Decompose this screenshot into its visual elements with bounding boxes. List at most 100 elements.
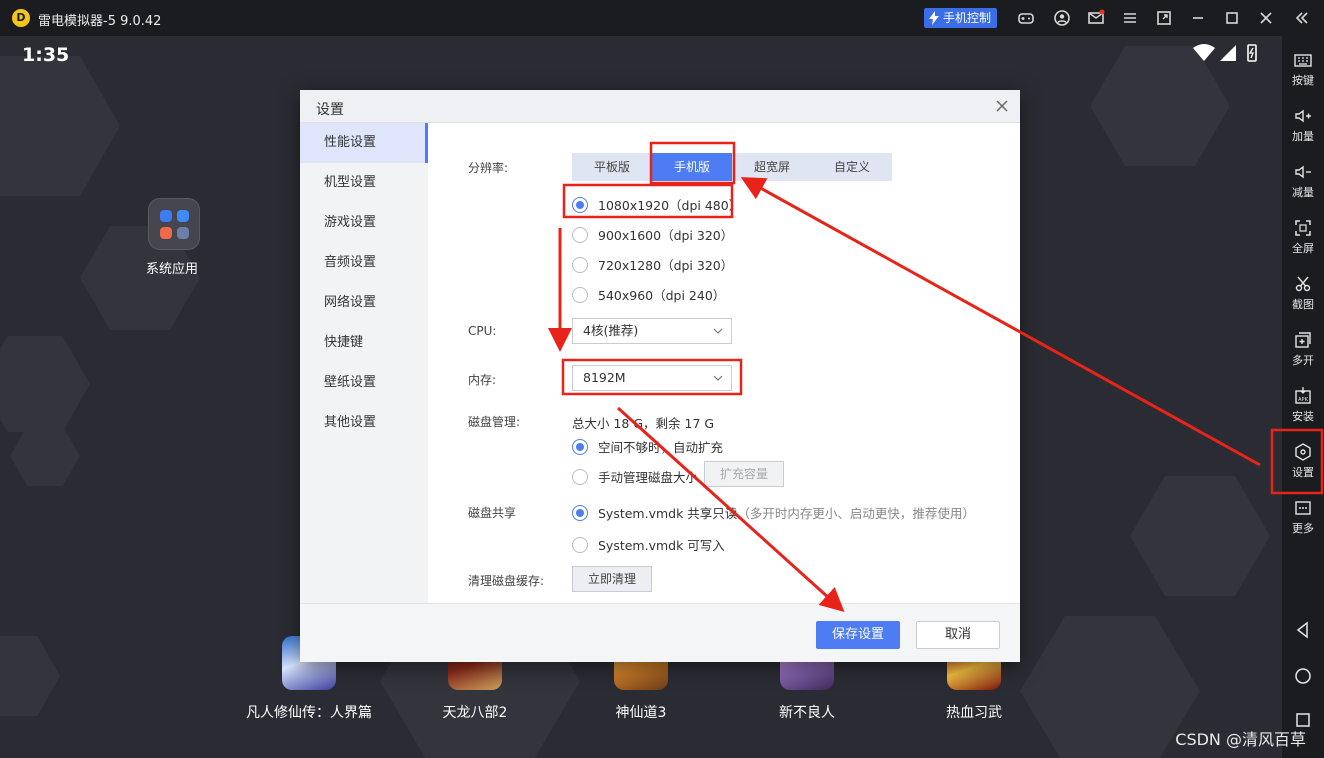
dialog-close-icon[interactable]	[994, 98, 1010, 114]
sidebar-item-multi-instance[interactable]: 多开	[1282, 330, 1324, 368]
disk-share-option-readonly[interactable]: System.vmdk 共享只读 （多开时内存更小、启动更快，推荐使用）	[572, 503, 975, 522]
disk-share-option-label: System.vmdk 共享只读	[598, 506, 738, 521]
disk-option-label: 手动管理磁盘大小	[598, 470, 699, 485]
memory-select-value: 8192M	[583, 370, 626, 385]
chevron-down-icon	[713, 328, 723, 334]
minimize-icon[interactable]	[1188, 8, 1208, 28]
settings-hex-icon	[1295, 443, 1311, 461]
nav-item-audio[interactable]: 音频设置	[300, 243, 428, 283]
lightning-icon	[929, 11, 939, 25]
multi-instance-icon	[1295, 332, 1311, 348]
expand-capacity-button[interactable]: 扩充容量	[704, 461, 784, 487]
signal-icon	[1220, 45, 1236, 61]
clear-now-button[interactable]: 立即清理	[572, 566, 652, 592]
settings-dialog: 设置 性能设置 机型设置 游戏设置 音频设置 网络设置 快捷键 壁纸设置 其他设…	[300, 90, 1020, 662]
radio	[572, 226, 588, 243]
resolution-tabs: 平板版 手机版 超宽屏 自定义	[572, 153, 892, 181]
back-button[interactable]	[1293, 620, 1313, 640]
disk-label: 磁盘管理:	[468, 415, 521, 429]
tab-custom[interactable]: 自定义	[812, 153, 892, 181]
disk-share-option-label: System.vmdk 可写入	[598, 538, 725, 553]
background-hexagon	[0, 56, 120, 196]
close-icon[interactable]	[1256, 8, 1276, 28]
radio	[572, 468, 588, 485]
app-logo-icon: D	[12, 9, 30, 27]
disk-option-auto[interactable]: 空间不够时，自动扩充	[572, 437, 723, 456]
dialog-footer: 保存设置 取消	[300, 603, 1020, 662]
game-label: 热血习武	[946, 705, 1002, 721]
resolution-option-label: 1080x1920（dpi 480）	[598, 198, 742, 213]
sidebar-item-settings[interactable]: 设置	[1282, 442, 1324, 480]
title-bar: D 雷电模拟器-5 9.0.42 手机控制	[0, 0, 1324, 36]
sidebar-item-volume-up[interactable]: 加量	[1282, 106, 1324, 144]
watermark: CSDN @清风百草	[1175, 730, 1306, 749]
sidebar-item-more[interactable]: 更多	[1282, 498, 1324, 536]
disk-share-option-writable[interactable]: System.vmdk 可写入	[572, 535, 725, 554]
disk-option-label: 空间不够时，自动扩充	[598, 440, 724, 455]
resolution-option-label: 900x1600（dpi 320）	[598, 228, 734, 243]
disk-share-option-note: （多开时内存更小、启动更快，推荐使用）	[737, 506, 975, 521]
sidebar-item-fullscreen[interactable]: 全屏	[1282, 218, 1324, 256]
phone-control-button[interactable]: 手机控制	[924, 8, 998, 28]
system-apps-folder[interactable]: 系统应用	[146, 198, 202, 277]
memory-label: 内存:	[468, 373, 497, 387]
resolution-option[interactable]: 900x1600（dpi 320）	[572, 225, 733, 244]
sidebar-item-keymap[interactable]: 按键	[1282, 50, 1324, 88]
user-account-icon[interactable]	[1052, 8, 1072, 28]
nav-item-other[interactable]: 其他设置	[300, 403, 428, 443]
home-button[interactable]	[1293, 666, 1313, 686]
game-label: 凡人修仙传：人界篇	[246, 705, 372, 721]
wifi-icon	[1193, 44, 1215, 61]
window-title: 雷电模拟器-5 9.0.42	[38, 14, 162, 29]
tab-tablet[interactable]: 平板版	[572, 153, 652, 181]
cancel-button[interactable]: 取消	[916, 621, 1000, 649]
volume-up-icon	[1295, 109, 1311, 123]
cpu-label: CPU:	[468, 324, 497, 338]
save-settings-button[interactable]: 保存设置	[816, 621, 900, 649]
dialog-header: 设置	[300, 90, 1020, 123]
tab-phone[interactable]: 手机版	[652, 153, 732, 181]
resolution-option[interactable]: 1080x1920（dpi 480）	[572, 195, 741, 214]
menu-icon[interactable]	[1120, 8, 1140, 28]
sidebar-item-volume-down[interactable]: 减量	[1282, 162, 1324, 200]
dialog-title: 设置	[316, 102, 344, 118]
disk-option-manual[interactable]: 手动管理磁盘大小	[572, 467, 698, 486]
game-label: 新不良人	[779, 705, 835, 721]
cpu-select[interactable]: 4核(推荐)	[572, 318, 732, 344]
system-apps-folder-icon	[148, 198, 200, 250]
phone-control-label: 手机控制	[943, 11, 992, 25]
cpu-select-value: 4核(推荐)	[583, 323, 639, 338]
nav-item-wallpaper[interactable]: 壁纸设置	[300, 363, 428, 403]
sidebar-item-install-apk[interactable]: APK 安装	[1282, 386, 1324, 424]
radio-selected	[572, 504, 588, 521]
maximize-icon[interactable]	[1222, 8, 1242, 28]
nav-item-network[interactable]: 网络设置	[300, 283, 428, 323]
popout-icon[interactable]	[1154, 8, 1174, 28]
sidebar-item-label: 加量	[1292, 130, 1314, 143]
resolution-option[interactable]: 720x1280（dpi 320）	[572, 255, 733, 274]
nav-item-shortcuts[interactable]: 快捷键	[300, 323, 428, 363]
mail-icon[interactable]	[1086, 8, 1106, 28]
collapse-sidebar-icon[interactable]	[1292, 8, 1312, 28]
memory-select[interactable]: 8192M	[572, 365, 732, 391]
home-circle-icon	[1295, 668, 1311, 684]
sidebar-item-screenshot[interactable]: 截图	[1282, 274, 1324, 312]
background-hexagon	[1020, 616, 1200, 758]
background-hexagon	[0, 336, 90, 432]
nav-item-game[interactable]: 游戏设置	[300, 203, 428, 243]
nav-item-model[interactable]: 机型设置	[300, 163, 428, 203]
gamepad-icon[interactable]	[1016, 8, 1036, 28]
tab-ultrawide[interactable]: 超宽屏	[732, 153, 812, 181]
volume-down-icon	[1295, 165, 1311, 179]
resolution-option[interactable]: 540x960（dpi 240）	[572, 285, 725, 304]
background-hexagon	[10, 426, 80, 486]
nav-item-performance[interactable]: 性能设置	[300, 123, 428, 163]
resolution-option-label: 720x1280（dpi 320）	[598, 258, 734, 273]
clear-cache-label: 清理磁盘缓存:	[468, 574, 545, 588]
sidebar-item-label: 安装	[1292, 410, 1314, 423]
status-time: 1:35	[22, 44, 70, 66]
radio	[572, 536, 588, 553]
background-hexagon	[1130, 476, 1270, 596]
keyboard-icon	[1294, 54, 1312, 67]
resolution-label: 分辨率:	[468, 161, 509, 175]
